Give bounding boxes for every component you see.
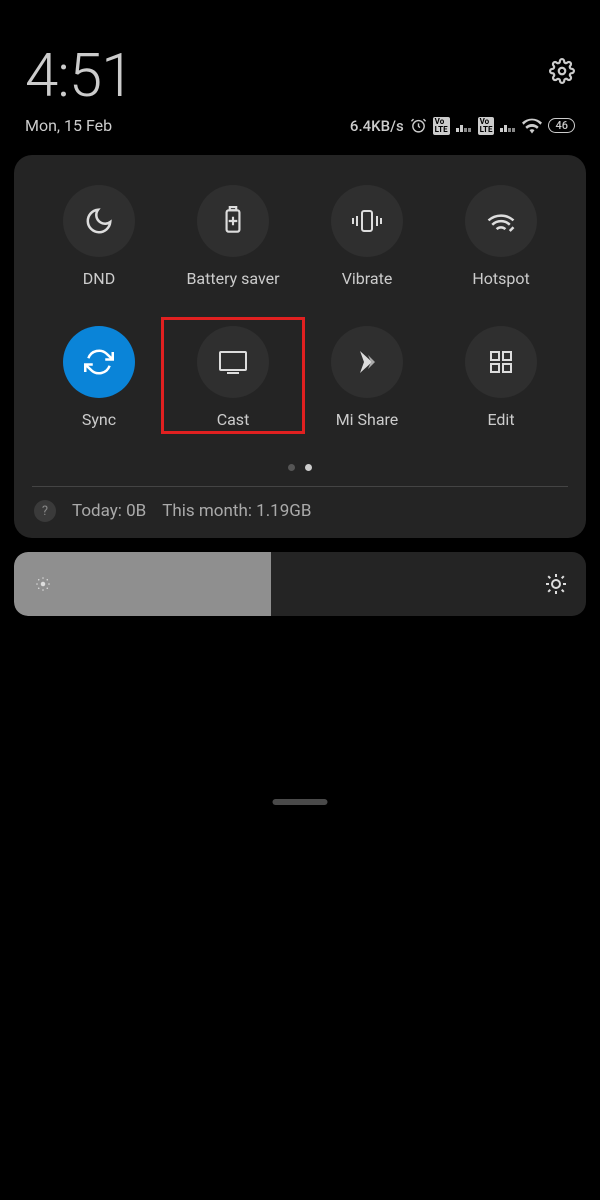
brightness-low-icon (34, 575, 52, 593)
signal-icon-1 (456, 120, 472, 132)
page-indicator[interactable] (24, 429, 576, 481)
grid-icon (488, 349, 514, 375)
clock-time: 4:51 (25, 40, 133, 111)
status-icons: 6.4KB/s VoLTE VoLTE 46 (350, 117, 575, 135)
tile-label: Cast (217, 410, 250, 429)
brightness-fill (14, 552, 271, 616)
page-dot-active (305, 464, 312, 471)
help-icon: ? (34, 500, 56, 522)
nav-handle[interactable] (273, 799, 328, 805)
tile-dnd[interactable]: DND (32, 185, 166, 288)
tile-label: Mi Share (336, 410, 399, 429)
brightness-slider[interactable] (14, 552, 586, 616)
tile-label: DND (83, 269, 115, 288)
brightness-high-icon (544, 572, 568, 596)
tile-label: Battery saver (186, 269, 279, 288)
date-label: Mon, 15 Feb (25, 116, 112, 135)
tile-sync[interactable]: Sync (32, 326, 166, 429)
page-dot (288, 464, 295, 471)
moon-icon (84, 206, 114, 236)
usage-month: This month: 1.19GB (162, 501, 311, 521)
hotspot-icon (486, 208, 516, 234)
battery-icon (220, 206, 246, 236)
volte-badge-1: VoLTE (433, 117, 450, 135)
alarm-icon (410, 117, 427, 134)
network-speed: 6.4KB/s (350, 117, 404, 135)
tile-label: Hotspot (472, 269, 529, 288)
data-usage-row[interactable]: ? Today: 0B This month: 1.19GB (24, 495, 576, 526)
tile-label: Edit (487, 410, 514, 429)
tile-vibrate[interactable]: Vibrate (300, 185, 434, 288)
wifi-icon (522, 118, 542, 134)
tile-cast[interactable]: Cast (161, 317, 305, 434)
tile-mi-share[interactable]: Mi Share (300, 326, 434, 429)
tile-label: Sync (82, 410, 116, 429)
usage-today: Today: 0B (72, 501, 146, 521)
tile-label: Vibrate (342, 269, 393, 288)
tile-battery-saver[interactable]: Battery saver (166, 185, 300, 288)
mishare-icon (352, 347, 382, 377)
quick-settings-panel: DND Battery saver Vibrate Hotspot (14, 155, 586, 538)
battery-level: 46 (548, 118, 575, 133)
cast-icon (217, 349, 249, 375)
divider (32, 486, 568, 487)
vibrate-icon (350, 208, 384, 234)
settings-icon[interactable] (549, 58, 575, 84)
sync-icon (84, 347, 114, 377)
tile-edit[interactable]: Edit (434, 326, 568, 429)
volte-badge-2: VoLTE (478, 117, 495, 135)
tile-hotspot[interactable]: Hotspot (434, 185, 568, 288)
signal-icon-2 (500, 120, 516, 132)
